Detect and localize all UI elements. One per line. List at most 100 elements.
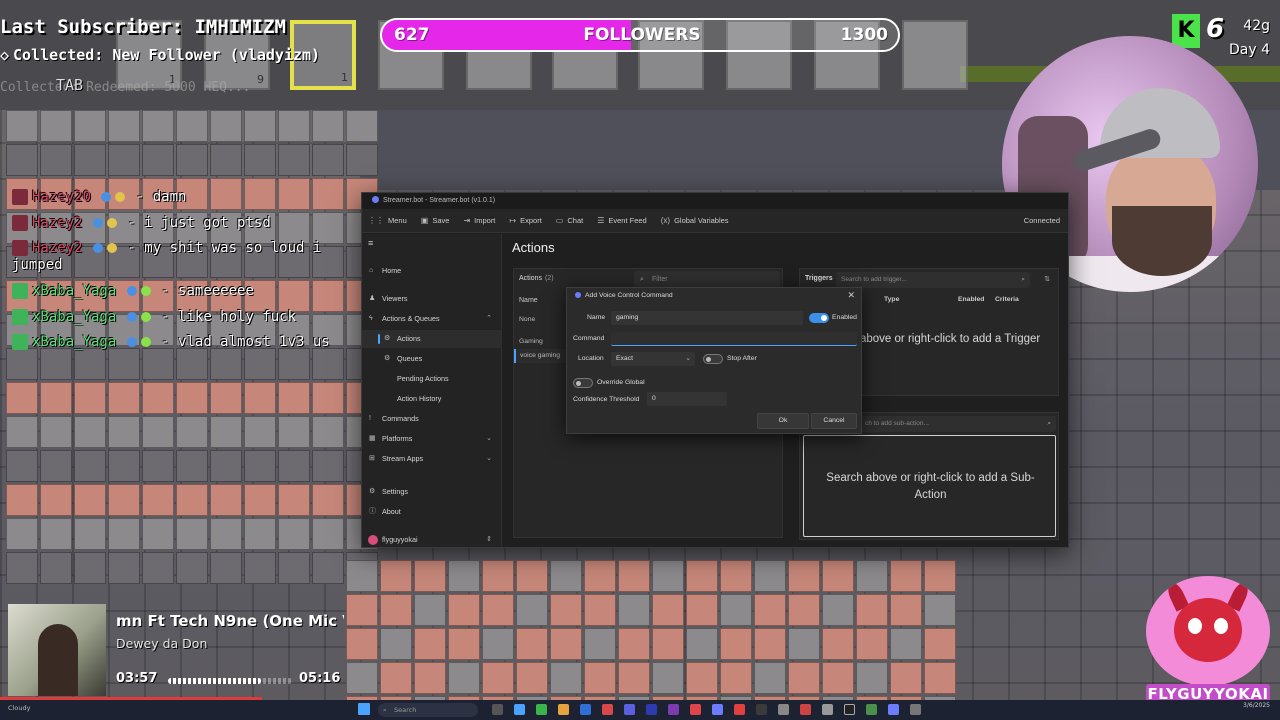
chat-button[interactable]: ▭ Chat — [556, 216, 583, 225]
taskbar-search-input[interactable]: ⌕ Search — [378, 703, 478, 717]
sidebar-item-action-history[interactable]: Action History — [362, 390, 502, 408]
system-tray-clock[interactable]: 3/6/2025 — [1243, 702, 1270, 710]
app-icon[interactable] — [822, 704, 833, 715]
obs-icon[interactable] — [844, 704, 855, 715]
import-label: Import — [474, 216, 496, 225]
game-tile — [890, 662, 922, 694]
column-header-enabled[interactable]: Enabled — [958, 296, 984, 303]
subaction-search-input[interactable]: ch to add sub-action... ⌕ — [860, 416, 1056, 432]
game-tile — [176, 382, 208, 414]
location-select[interactable]: Exact ⌄ — [611, 352, 695, 366]
chat-username: Hazey20 — [32, 189, 92, 205]
streamerbot-taskbar-icon[interactable] — [888, 704, 899, 715]
weather-widget[interactable]: Cloudy — [8, 704, 30, 712]
slot-count: 9 — [257, 73, 264, 86]
discord-icon[interactable] — [712, 704, 723, 715]
chat-message: Hazey2 - i just got ptsd — [12, 210, 352, 236]
game-tile — [278, 450, 310, 482]
app-icon[interactable] — [558, 704, 569, 715]
enabled-toggle[interactable] — [809, 313, 829, 323]
user-badge-icon — [12, 283, 28, 299]
sidebar-item-stream-apps[interactable]: ⊞ Stream Apps ⌄ — [362, 450, 502, 468]
game-tile — [414, 628, 446, 660]
taskview-icon[interactable] — [492, 704, 503, 715]
global-variables-button[interactable]: (x) Global Variables — [661, 216, 729, 225]
app-icon[interactable] — [778, 704, 789, 715]
game-tile — [346, 110, 378, 142]
sidebar-item-home[interactable]: ⌂ Home — [362, 262, 502, 280]
sidebar-item-label: Action History — [397, 394, 442, 403]
sidebar-item-settings[interactable]: ⚙ Settings — [362, 483, 502, 501]
photoshop-icon[interactable] — [646, 704, 657, 715]
chat-username: xBaba_Yaga — [32, 309, 117, 325]
ok-button[interactable]: Ok — [757, 413, 809, 429]
after-effects-icon[interactable] — [668, 704, 679, 715]
menu-button[interactable]: ⋮⋮ Menu — [368, 216, 407, 225]
emote-icon — [115, 192, 126, 202]
sidebar-item-platforms[interactable]: ▦ Platforms ⌄ — [362, 430, 502, 448]
game-tile — [210, 450, 242, 482]
user-badge-icon — [12, 240, 28, 256]
export-button[interactable]: ↦ Export — [509, 216, 541, 225]
app-icon[interactable] — [580, 704, 591, 715]
action-group-row[interactable]: Gaming — [514, 335, 574, 349]
premiere-icon[interactable] — [624, 704, 635, 715]
command-input[interactable] — [611, 332, 857, 346]
close-icon[interactable]: ✕ — [847, 290, 855, 301]
windows-start-icon[interactable] — [358, 703, 370, 715]
game-tile — [244, 110, 276, 142]
save-button[interactable]: ▣ Save — [421, 216, 450, 225]
column-header-name[interactable]: Name — [519, 297, 538, 304]
name-input[interactable]: gaming — [611, 311, 803, 325]
game-tile — [6, 416, 38, 448]
app-icon[interactable] — [756, 704, 767, 715]
sidebar-item-commands[interactable]: ! Commands — [362, 410, 502, 428]
app-icon[interactable] — [910, 704, 921, 715]
game-tile — [278, 382, 310, 414]
slot-count: 1 — [341, 71, 348, 84]
column-header-type[interactable]: Type — [884, 296, 899, 303]
sidebar-item-pending-actions[interactable]: Pending Actions — [362, 370, 502, 388]
game-tile — [6, 450, 38, 482]
game-tile — [550, 560, 582, 592]
sidebar-item-actions[interactable]: ⚙ Actions — [362, 330, 502, 348]
override-global-toggle[interactable] — [573, 378, 593, 388]
search-icon: ⌕ — [1021, 276, 1025, 283]
sort-icon[interactable]: ⇅ — [1044, 275, 1050, 283]
subactions-dropzone[interactable]: Search above or right-click to add a Sub… — [803, 435, 1056, 537]
trigger-search-input[interactable]: Search to add trigger... ⌕ — [836, 272, 1030, 288]
hamburger-icon[interactable]: ≡ — [368, 238, 373, 248]
sidebar-item-actions-queues[interactable]: ϟ Actions & Queues ⌃ — [362, 310, 502, 328]
action-group-row[interactable]: None — [514, 313, 574, 327]
game-tile — [40, 144, 72, 176]
game-tile — [448, 628, 480, 660]
app-icon[interactable] — [800, 704, 811, 715]
sidebar-item-viewers[interactable]: ♟ Viewers — [362, 290, 502, 308]
app-icon[interactable] — [514, 704, 525, 715]
game-tile — [754, 628, 786, 660]
event-feed-button[interactable]: ☰ Event Feed — [597, 216, 647, 225]
game-tile — [720, 662, 752, 694]
stop-after-toggle[interactable] — [703, 354, 723, 364]
chat-text: - vlad almost 1v3 us — [161, 334, 330, 350]
mascot-eye — [1188, 618, 1202, 634]
game-tile — [380, 628, 412, 660]
app-icon[interactable] — [690, 704, 701, 715]
game-tile — [40, 450, 72, 482]
cancel-button[interactable]: Cancel — [811, 413, 857, 429]
import-button[interactable]: ⇥ Import — [463, 216, 495, 225]
sidebar-item-queues[interactable]: ⚙ Queues — [362, 350, 502, 368]
sidebar-user[interactable]: flyguyyokai ⇕ — [362, 531, 502, 549]
confidence-threshold-input[interactable]: 0 — [647, 392, 727, 406]
app-icon[interactable] — [602, 704, 613, 715]
app-icon[interactable] — [734, 704, 745, 715]
window-titlebar[interactable]: Streamer.bot - Streamer.bot (v1.0.1) — [362, 193, 1068, 209]
column-header-criteria[interactable]: Criteria — [995, 296, 1019, 303]
chrome-icon[interactable] — [536, 704, 547, 715]
action-row[interactable]: voice gaming — [514, 349, 574, 363]
app-icon[interactable] — [866, 704, 877, 715]
sidebar-item-about[interactable]: ⓘ About — [362, 503, 502, 521]
sidebar-user-label: flyguyyokai — [382, 535, 418, 544]
game-tile — [448, 594, 480, 626]
diamond-icon: ◇ — [0, 46, 10, 64]
